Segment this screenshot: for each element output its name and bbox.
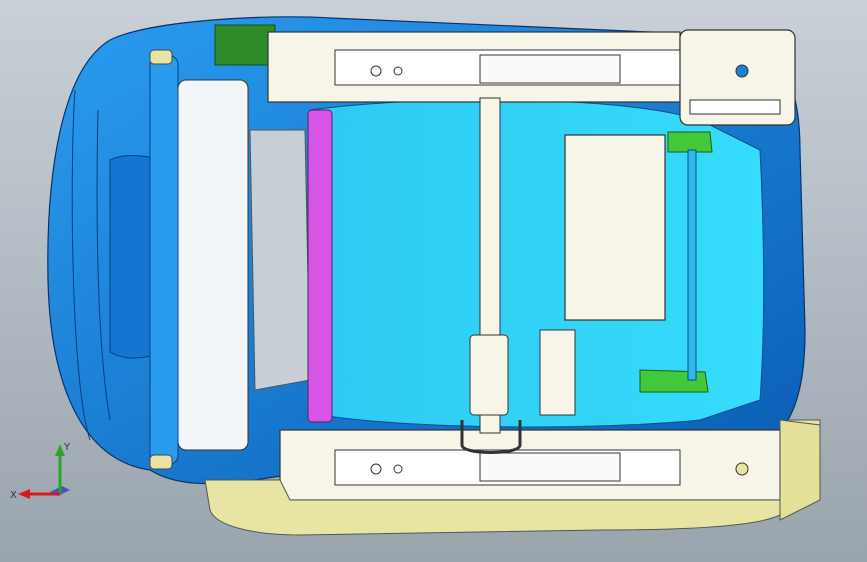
seat-assembly-model[interactable]: [0, 0, 867, 562]
cross-bar-magenta[interactable]: [307, 109, 333, 423]
side-tie-rod: [687, 149, 697, 381]
seat-pad-grey: [249, 129, 311, 391]
bottom-end-hole: [735, 462, 749, 476]
coordinate-triad: Y X: [10, 442, 71, 501]
bottom-rail-hole-2: [393, 464, 403, 474]
cad-viewport[interactable]: Y X: [0, 0, 867, 562]
bolster-cap-bottom: [149, 454, 173, 470]
hinge-bracket-green-bottom[interactable]: [639, 369, 709, 393]
bolster-cap-top: [149, 49, 173, 65]
front-bolster-edge: [149, 54, 179, 466]
latch-block-green[interactable]: [214, 24, 276, 66]
triad-x-label: X: [10, 490, 17, 501]
x-axis-arrow: [18, 489, 30, 499]
hinge-bracket-green-top[interactable]: [667, 131, 713, 153]
bottom-rail-hole-1: [370, 463, 382, 475]
top-end-cap-teeth: [689, 99, 781, 115]
front-trim-yellow: [779, 419, 821, 521]
mount-bracket-left: [539, 329, 576, 416]
triad-y-label: Y: [63, 442, 71, 453]
actuator-cylinder[interactable]: [469, 334, 509, 416]
front-bolster-bar[interactable]: [177, 79, 249, 451]
top-rail-hole-2: [393, 66, 403, 76]
control-module-box[interactable]: [564, 134, 666, 321]
bottom-rail-slot: [479, 452, 621, 482]
top-end-cap-hole: [735, 64, 749, 78]
top-rail-slot: [479, 54, 621, 84]
top-rail-hole-1: [370, 65, 382, 77]
